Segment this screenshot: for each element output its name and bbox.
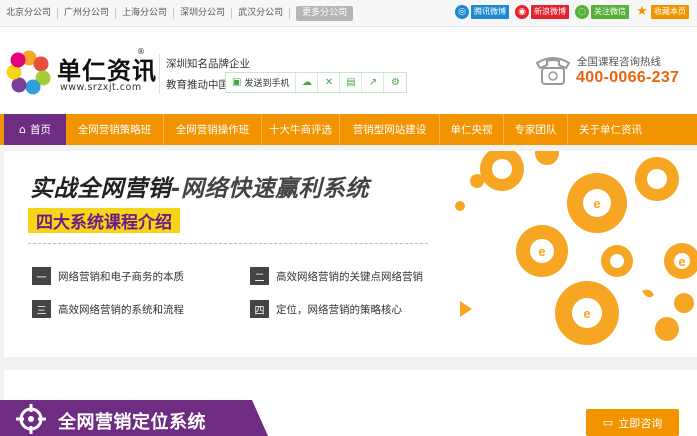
logo-flower-icon[interactable] <box>6 49 52 95</box>
send-to-phone-label: 发送到手机 <box>244 79 290 89</box>
nav-item-top-ten-merchants[interactable]: 十大牛商评选 <box>262 114 340 145</box>
feature-text: 高效网络营销的关键点网络营销 <box>276 270 423 283</box>
gears-illustration: e e e e <box>455 151 697 345</box>
hotline-label: 全国课程咨询热线 <box>577 56 661 68</box>
nav-item-website-building[interactable]: 营销型网站建设 <box>340 114 440 145</box>
nav-item-expert-team[interactable]: 专家团队 <box>504 114 568 145</box>
consult-now-label: 立即咨询 <box>618 416 663 430</box>
branch-link-wuhan[interactable]: 武汉分公司 <box>232 8 291 19</box>
bookmark-label: 收藏本页 <box>651 5 689 19</box>
bookmark-link[interactable]: ★ 收藏本页 <box>635 5 689 19</box>
banner-divider <box>28 243 428 244</box>
sina-weibo-icon: ◉ <box>515 5 529 19</box>
logo-url: www.srzxjt.com <box>60 82 142 93</box>
banner-title-suffix: -网络快速赢利系统 <box>171 176 370 202</box>
feature-item: 一 网络营销和电子商务的本质 <box>32 267 184 285</box>
cloud-share-button[interactable]: ☁ <box>296 73 319 92</box>
feature-item: 三 高效网络营销的系统和流程 <box>32 300 184 318</box>
branch-link-guangzhou[interactable]: 广州分公司 <box>58 8 117 19</box>
sina-weibo-label: 新浪微博 <box>531 5 569 19</box>
settings-share-button[interactable]: ⚙ <box>384 73 406 92</box>
svg-text:e: e <box>593 196 600 211</box>
phone-icon: ▣ <box>232 77 242 88</box>
nav-item-operation-class[interactable]: 全网营销操作班 <box>164 114 262 145</box>
send-to-phone-button[interactable]: ▣ 发送到手机 <box>226 73 297 92</box>
tencent-weibo-icon: ◎ <box>455 5 469 19</box>
banner-title-main: 实战全网营销 <box>30 176 171 202</box>
expand-icon: ✕ <box>324 77 334 88</box>
sina-weibo-link[interactable]: ◉ 新浪微博 <box>515 5 569 19</box>
svg-text:e: e <box>583 306 590 321</box>
nav-home-label: 首页 <box>29 124 51 136</box>
svg-text:e: e <box>678 254 685 269</box>
wechat-label: 关注微信 <box>591 5 629 19</box>
gear-icon: ⚙ <box>390 77 400 88</box>
svg-text:e: e <box>538 244 545 259</box>
tencent-weibo-label: 腾讯微博 <box>471 5 509 19</box>
nav-item-strategy-class[interactable]: 全网营销策略班 <box>66 114 164 145</box>
branch-link-shanghai[interactable]: 上海分公司 <box>116 8 175 19</box>
header-divider <box>159 54 160 94</box>
feature-item: 二 高效网络营销的关键点网络营销 <box>250 267 423 285</box>
save-icon: ▤ <box>346 77 356 88</box>
nav-home[interactable]: ⌂ 首页 <box>4 114 66 145</box>
cloud-icon: ☁ <box>301 77 312 88</box>
top-bar: 北京分公司 广州分公司 上海分公司 深圳分公司 武汉分公司 更多分公司 ◎ 腾讯… <box>0 0 697 27</box>
branch-links: 北京分公司 广州分公司 上海分公司 深圳分公司 武汉分公司 更多分公司 <box>6 6 354 21</box>
chat-icon: ▭ <box>602 416 614 429</box>
consult-now-button[interactable]: ▭ 立即咨询 <box>586 409 679 436</box>
external-share-button[interactable]: ↗ <box>362 73 385 92</box>
telephone-icon <box>535 57 571 85</box>
branch-link-shenzhen[interactable]: 深圳分公司 <box>174 8 233 19</box>
feature-text: 定位，网络营销的策略核心 <box>276 303 402 316</box>
save-share-button[interactable]: ▤ <box>340 73 363 92</box>
wechat-icon: ◌ <box>575 5 589 19</box>
feature-number: 三 <box>32 300 51 318</box>
target-icon <box>16 404 46 434</box>
logo-text[interactable]: 单仁资讯 <box>57 51 157 86</box>
main-nav: ⌂ 首页 全网营销策略班 全网营销操作班 十大牛商评选 营销型网站建设 单仁央视… <box>0 114 697 145</box>
tencent-weibo-link[interactable]: ◎ 腾讯微博 <box>455 5 509 19</box>
feature-number: 四 <box>250 300 269 318</box>
site-header: 单仁资讯 ® www.srzxjt.com 深圳知名品牌企业 教育推动中国 ▣ … <box>0 27 697 114</box>
external-link-icon: ↗ <box>368 77 378 88</box>
feature-item: 四 定位，网络营销的策略核心 <box>250 300 402 318</box>
share-toolbar: ▣ 发送到手机 ☁ ✕ ▤ ↗ ⚙ <box>225 72 408 93</box>
more-branches-button[interactable]: 更多分公司 <box>296 6 354 21</box>
star-icon: ★ <box>636 4 648 19</box>
section-title: 全网营销定位系统 <box>58 412 206 433</box>
feature-text: 网络营销和电子商务的本质 <box>58 270 184 283</box>
nav-item-about[interactable]: 关于单仁资讯 <box>568 114 653 145</box>
feature-number: 二 <box>250 267 269 285</box>
branch-link-beijing[interactable]: 北京分公司 <box>6 8 59 19</box>
slogan-line-2: 教育推动中国 <box>166 79 229 91</box>
social-links: ◎ 腾讯微博 ◉ 新浪微博 ◌ 关注微信 ★ 收藏本页 <box>455 5 689 19</box>
logo-registered-mark: ® <box>137 47 145 56</box>
expand-share-button[interactable]: ✕ <box>318 73 341 92</box>
home-icon: ⌂ <box>19 123 26 136</box>
feature-number: 一 <box>32 267 51 285</box>
banner-title: 实战全网营销-网络快速赢利系统 <box>30 169 369 203</box>
feature-text: 高效网络营销的系统和流程 <box>58 303 184 316</box>
wechat-link[interactable]: ◌ 关注微信 <box>575 5 629 19</box>
banner-subtitle: 四大系统课程介绍 <box>28 208 180 233</box>
hero-banner[interactable]: 实战全网营销-网络快速赢利系统 四大系统课程介绍 一 网络营销和电子商务的本质 … <box>4 151 697 357</box>
nav-item-cctv[interactable]: 单仁央视 <box>440 114 504 145</box>
slogan-line-1: 深圳知名品牌企业 <box>166 58 250 70</box>
hotline-number[interactable]: 400-0066-237 <box>576 69 679 87</box>
